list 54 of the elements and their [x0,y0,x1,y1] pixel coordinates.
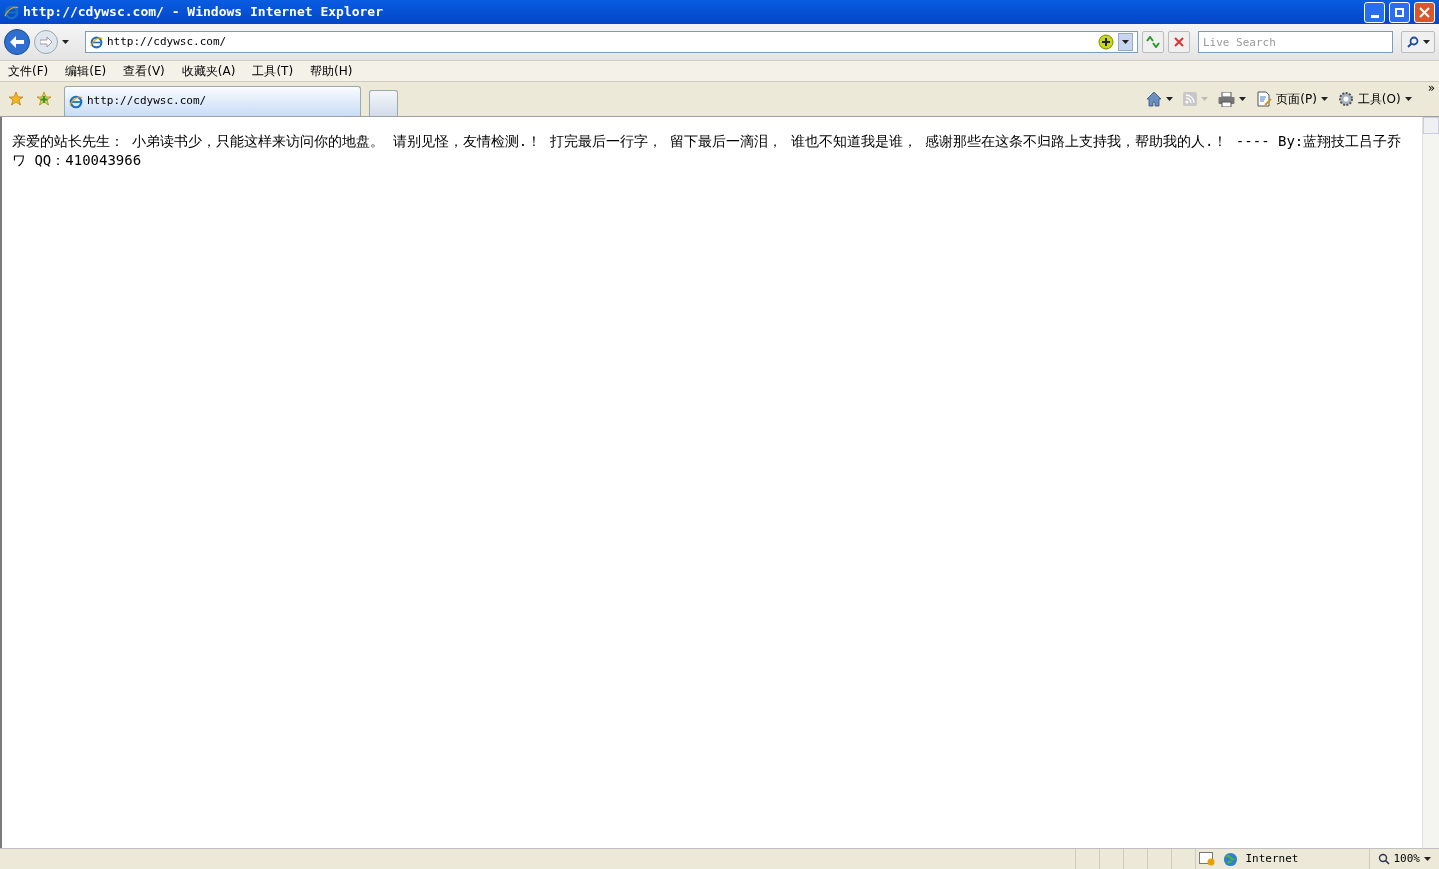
more-chevron[interactable]: » [1427,82,1435,94]
page-icon[interactable] [1256,91,1273,107]
caret-icon[interactable] [1239,97,1247,101]
popup-blocked-icon[interactable] [1199,852,1215,866]
search-field[interactable]: Live Search [1198,31,1393,53]
window-title: http://cdywsc.com/ - Windows Internet Explorer [23,3,385,22]
menu-item[interactable]: 编辑(E) [65,62,107,80]
caret-icon[interactable] [1404,97,1412,101]
close-icon [1419,6,1430,18]
close-button[interactable] [1414,1,1435,23]
caret-icon[interactable] [1422,40,1430,44]
caret-icon[interactable] [1424,857,1431,861]
caret-icon [1201,97,1209,101]
menu-item[interactable]: 帮助(H) [310,62,353,80]
search-button[interactable] [1401,31,1435,53]
e-logo-icon [90,35,103,49]
left-arrow-icon [10,36,24,48]
plus-icon[interactable] [1098,34,1114,50]
refresh-button[interactable] [1142,31,1164,53]
command-label[interactable]: 工具(O) [1357,90,1401,108]
gear-icon[interactable] [1337,91,1354,107]
magnifier-icon[interactable] [1377,853,1390,865]
close-icon [1174,37,1184,47]
restore-button[interactable] [1389,1,1410,23]
printer-icon[interactable] [1218,91,1236,107]
stop-button[interactable] [1168,31,1190,53]
minimize-button[interactable] [1364,1,1385,23]
address-field[interactable]: http://cdywsc.com/ [85,31,1138,53]
scrollbar[interactable] [1422,117,1439,848]
right-arrow-icon [40,37,52,47]
browser-tab[interactable]: http://cdywsc.com/ [64,86,361,116]
refresh-icon [1146,36,1160,48]
house-icon[interactable] [1146,91,1163,107]
caret-icon[interactable] [1122,40,1129,44]
menu-item[interactable]: 文件(F) [8,62,49,80]
caret-icon[interactable] [1166,97,1174,101]
globe-icon [1222,851,1238,867]
caret-icon[interactable] [62,40,69,44]
menu-item[interactable]: 查看(V) [123,62,165,80]
add-favorite-icon[interactable] [36,91,52,107]
star-icon[interactable] [8,91,24,107]
command-label[interactable]: 页面(P) [1276,90,1317,108]
zone-label: Internet [1245,850,1299,867]
search-icon [1406,36,1419,48]
caret-icon[interactable] [1320,97,1328,101]
e-logo-icon [69,94,83,109]
page-text: 亲爱的站长先生： 小弟读书少，只能这样来访问你的地盘。 请别见怪，友情检测.！ 打完最后一行字， 留下最后一滴泪， 谁也不知道我是谁， 感谢那些在这条不归路上支持我，帮助我的人.！ ---- By:蓝翔技工吕子乔ワ QQ：410043966 [11,132,1403,170]
dropdown-button[interactable] [1118,33,1133,51]
menu-item[interactable]: 工具(T) [252,62,294,80]
address-text: http://cdywsc.com/ [107,33,228,50]
menu-item[interactable]: 收藏夹(A) [181,62,236,80]
zoom-level[interactable]: 100% [1393,850,1420,868]
back-button[interactable] [4,29,30,55]
e-logo-icon [4,4,19,20]
